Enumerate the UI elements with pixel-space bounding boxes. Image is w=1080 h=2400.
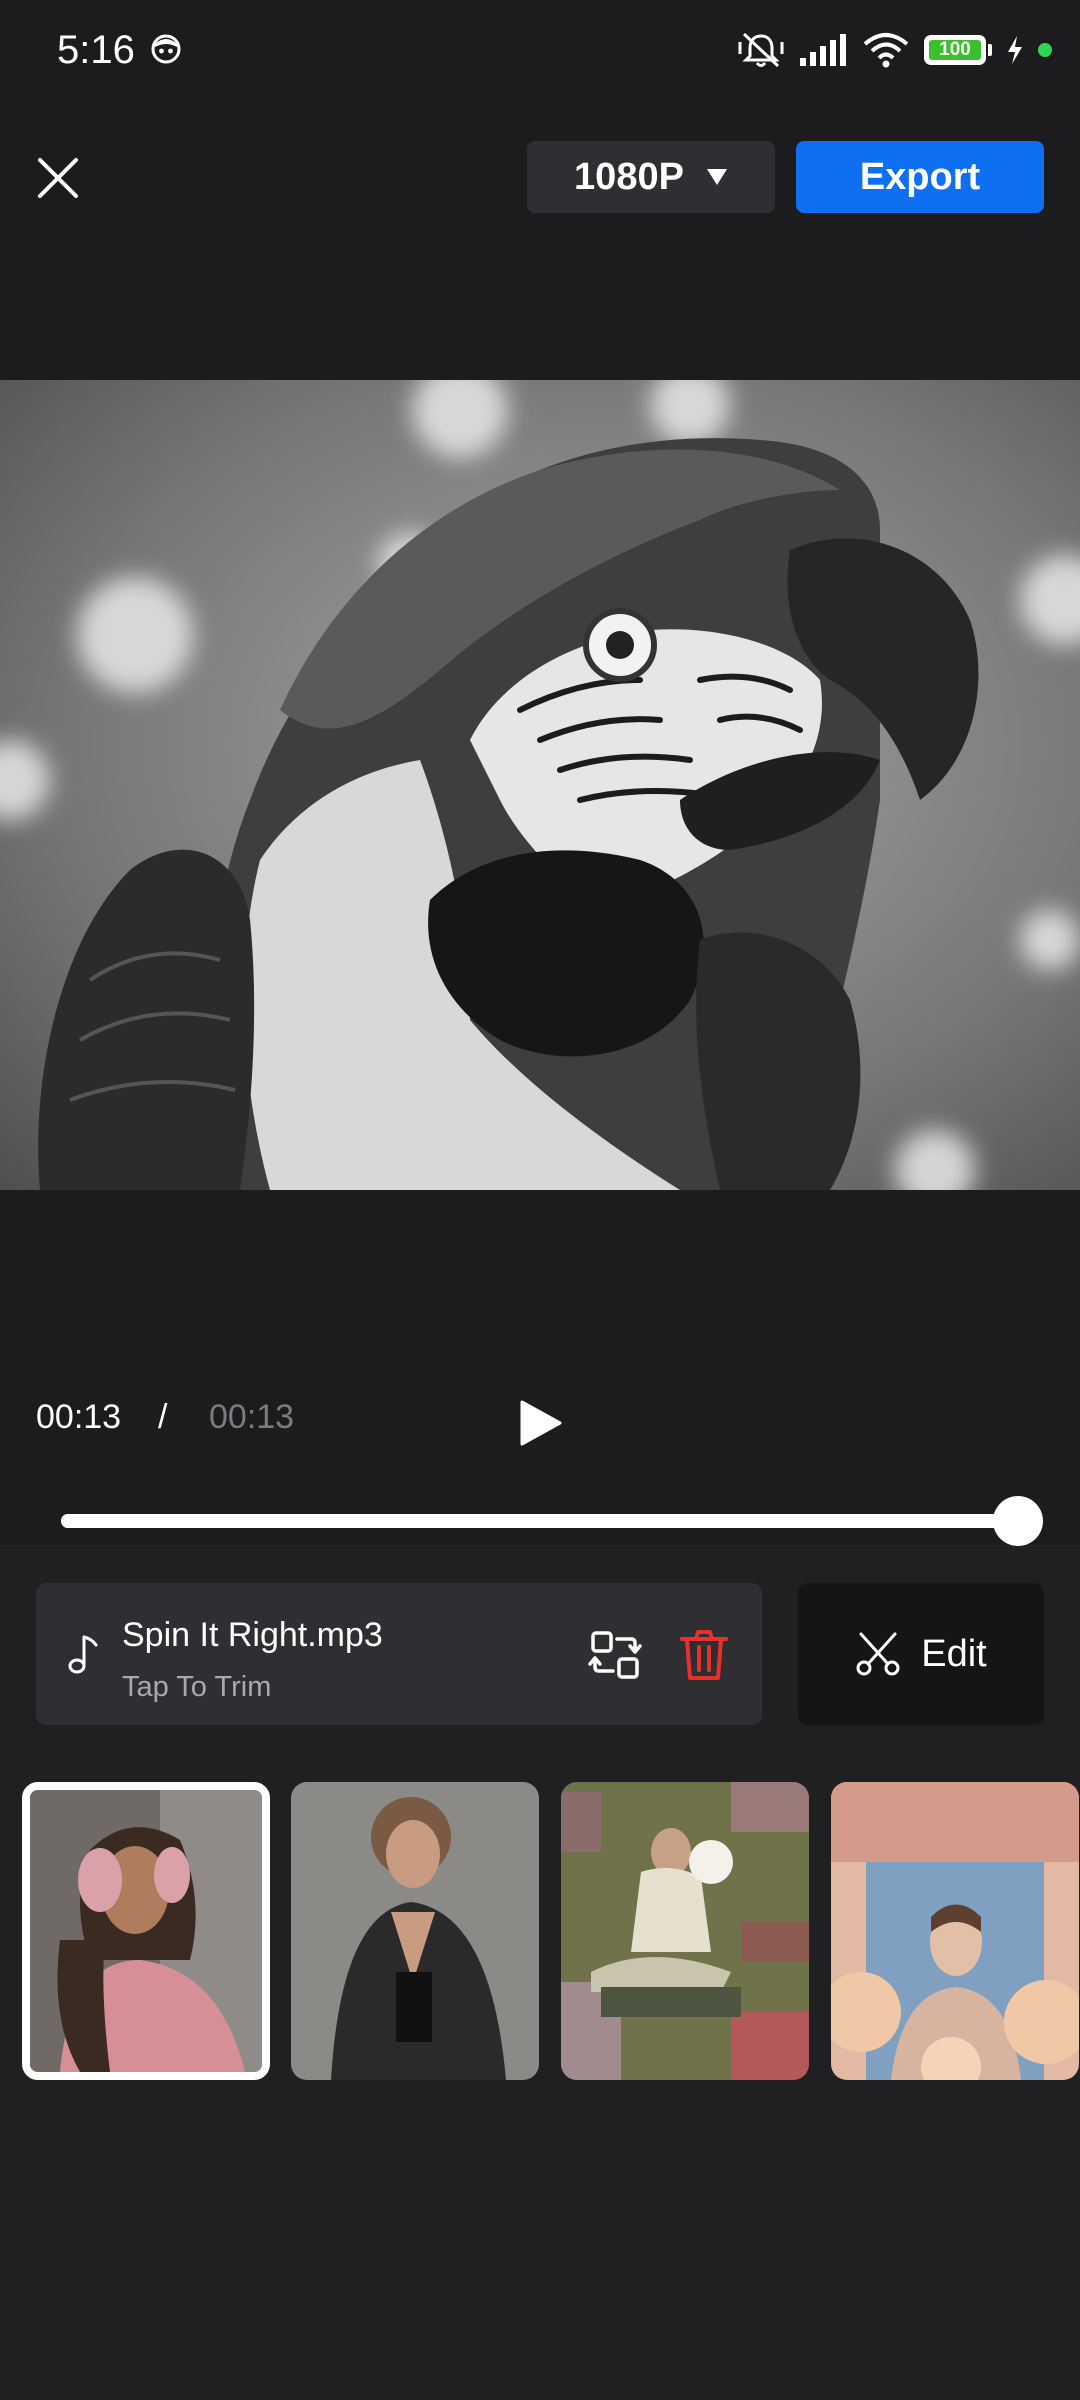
- resolution-label: 1080P: [574, 155, 684, 198]
- vibrate-off-icon: [738, 32, 784, 68]
- status-time: 5:16: [57, 28, 135, 72]
- status-bar: 5:16 100: [0, 0, 1080, 100]
- clip-thumbnail-3[interactable]: [561, 1782, 809, 2080]
- music-title: Spin It Right.mp3: [122, 1616, 383, 1654]
- music-note-icon: [68, 1635, 98, 1674]
- status-icons: 100: [738, 28, 1052, 72]
- replace-music-icon[interactable]: [587, 1627, 643, 1683]
- clip-thumbnail-4-image: [831, 1782, 1079, 2080]
- total-time: 00:13: [209, 1398, 295, 1436]
- clip-thumbnail-2[interactable]: [291, 1782, 539, 2080]
- delete-music-icon[interactable]: [676, 1627, 732, 1683]
- signal-icon: [800, 34, 846, 66]
- clip-thumbnail-1-image: [30, 1790, 262, 2072]
- export-button[interactable]: Export: [796, 141, 1044, 213]
- wifi-icon: [863, 33, 909, 68]
- close-icon[interactable]: [34, 154, 82, 202]
- app-notification-icon: [151, 34, 181, 64]
- current-time: 00:13: [36, 1398, 122, 1436]
- edit-button[interactable]: Edit: [798, 1583, 1044, 1725]
- progress-track[interactable]: [61, 1496, 1043, 1546]
- play-icon[interactable]: [516, 1398, 566, 1448]
- export-screen: 5:16 100 1080P Export 00:13 / 00:13 Spin…: [0, 0, 1080, 2400]
- edit-label: Edit: [921, 1632, 987, 1675]
- music-track-card[interactable]: Spin It Right.mp3 Tap To Trim: [36, 1583, 762, 1725]
- clip-thumbnail-strip[interactable]: [0, 1782, 1080, 2082]
- video-preview[interactable]: [0, 380, 1080, 1190]
- resolution-dropdown[interactable]: 1080P: [527, 141, 775, 213]
- time-separator: /: [158, 1398, 168, 1436]
- scissors-icon: [856, 1632, 900, 1676]
- battery-tip: [988, 44, 992, 56]
- clip-thumbnail-3-image: [561, 1782, 809, 2080]
- music-trim-hint: Tap To Trim: [122, 1671, 272, 1703]
- progress-fill: [61, 1514, 1018, 1528]
- clip-thumbnail-1[interactable]: [22, 1782, 270, 2080]
- preview-image: [0, 380, 1080, 1190]
- clip-thumbnail-2-image: [291, 1782, 539, 2080]
- charging-icon: [1008, 36, 1022, 64]
- charging-dot: [1038, 43, 1052, 57]
- battery-icon: 100: [924, 35, 986, 65]
- dropdown-triangle-icon: [706, 169, 727, 185]
- progress-scrubber[interactable]: [993, 1496, 1043, 1546]
- clip-thumbnail-4[interactable]: [831, 1782, 1079, 2080]
- battery-percent: 100: [939, 39, 971, 60]
